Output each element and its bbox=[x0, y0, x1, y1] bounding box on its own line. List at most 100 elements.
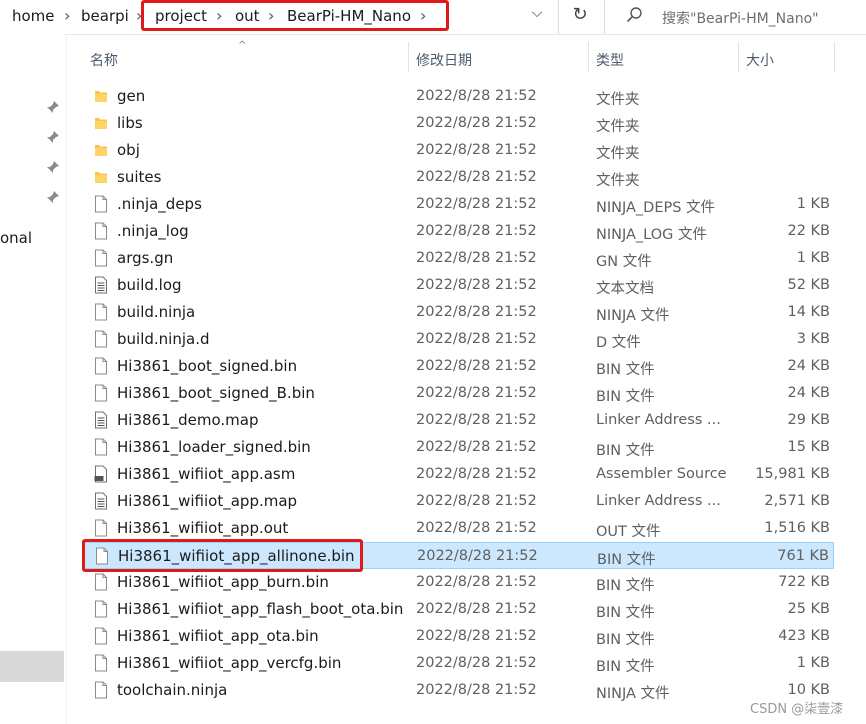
file-date-modified: 2022/8/28 21:52 bbox=[416, 142, 537, 158]
file-type: BIN 文件 bbox=[596, 362, 655, 378]
column-divider[interactable] bbox=[408, 42, 409, 72]
file-date-modified: 2022/8/28 21:52 bbox=[416, 574, 537, 590]
file-size: 1,516 KB bbox=[764, 520, 830, 536]
file-type: BIN 文件 bbox=[596, 578, 655, 594]
file-row[interactable]: .ninja_deps 2022/8/28 21:52 NINJA_DEPS 文件 1… bbox=[82, 191, 834, 218]
column-divider[interactable] bbox=[738, 42, 739, 72]
vertical-scrollbar[interactable] bbox=[836, 38, 866, 724]
folder-icon bbox=[94, 114, 108, 132]
file-row[interactable]: Hi3861_wifiiot_app.out 2022/8/28 21:52 OUT… bbox=[82, 515, 834, 542]
file-row[interactable]: Hi3861_loader_signed.bin 2022/8/28 21:52 B… bbox=[82, 434, 834, 461]
address-history-dropdown[interactable]: ⌵ bbox=[527, 5, 547, 27]
file-row[interactable]: Hi3861_boot_signed.bin 2022/8/28 21:52 BIN… bbox=[82, 353, 834, 380]
file-size: 24 KB bbox=[787, 358, 830, 374]
file-row[interactable]: Hi3861_wifiiot_app_burn.bin 2022/8/28 21:… bbox=[82, 569, 834, 596]
search-icon bbox=[626, 7, 642, 23]
column-header-date[interactable]: 修改日期 bbox=[416, 50, 472, 70]
file-row[interactable]: Hi3861_boot_signed_B.bin 2022/8/28 21:52 B… bbox=[82, 380, 834, 407]
file-name: libs bbox=[117, 114, 143, 132]
sort-ascending-icon: ^ bbox=[238, 40, 247, 51]
file-date-modified: 2022/8/28 21:52 bbox=[416, 358, 537, 374]
file-size: 1 KB bbox=[796, 655, 830, 671]
folder-icon bbox=[94, 168, 108, 186]
breadcrumb-item-bearpi[interactable]: bearpi bbox=[81, 7, 129, 25]
file-name: Hi3861_wifiiot_app_vercfg.bin bbox=[117, 654, 342, 672]
file-date-modified: 2022/8/28 21:52 bbox=[416, 115, 537, 131]
pane-divider bbox=[66, 34, 67, 724]
file-date-modified: 2022/8/28 21:52 bbox=[416, 682, 537, 698]
annotation-highlight-box bbox=[141, 0, 449, 31]
file-type: OUT 文件 bbox=[596, 524, 661, 540]
pin-icon[interactable] bbox=[46, 130, 60, 144]
file-row[interactable]: build.ninja.d 2022/8/28 21:52 D 文件 3 KB bbox=[82, 326, 834, 353]
file-date-modified: 2022/8/28 21:52 bbox=[416, 412, 537, 428]
refresh-icon[interactable]: ↻ bbox=[568, 4, 592, 28]
column-divider[interactable] bbox=[834, 42, 835, 72]
file-date-modified: 2022/8/28 21:52 bbox=[417, 548, 538, 564]
file-row[interactable]: suites 2022/8/28 21:52 文件夹 bbox=[82, 164, 834, 191]
folder-icon bbox=[94, 87, 108, 105]
file-type: NINJA 文件 bbox=[596, 308, 670, 324]
column-header-name[interactable]: 名称 bbox=[90, 50, 118, 70]
pin-icon[interactable] bbox=[46, 160, 60, 174]
nav-item-label[interactable]: onal bbox=[0, 229, 32, 247]
file-type: 文件夹 bbox=[596, 119, 640, 135]
file-icon bbox=[94, 195, 108, 213]
file-name: Hi3861_wifiiot_app_ota.bin bbox=[117, 627, 319, 645]
annotation-highlight-box bbox=[82, 539, 363, 572]
watermark: CSDN @柒壹漆 bbox=[750, 702, 844, 717]
file-type: 文件夹 bbox=[596, 146, 640, 162]
file-size: 722 KB bbox=[778, 574, 830, 590]
breadcrumb-item-home[interactable]: home bbox=[12, 7, 55, 25]
file-size: 423 KB bbox=[778, 628, 830, 644]
divider bbox=[558, 0, 559, 34]
file-row[interactable]: build.ninja 2022/8/28 21:52 NINJA 文件 14 KB bbox=[82, 299, 834, 326]
file-date-modified: 2022/8/28 21:52 bbox=[416, 601, 537, 617]
file-icon bbox=[94, 357, 108, 375]
nav-item-selected[interactable] bbox=[0, 651, 64, 682]
file-type: 文本文档 bbox=[596, 281, 654, 297]
file-row[interactable]: build.log 2022/8/28 21:52 文本文档 52 KB bbox=[82, 272, 834, 299]
file-icon bbox=[94, 681, 108, 699]
file-date-modified: 2022/8/28 21:52 bbox=[416, 628, 537, 644]
column-divider[interactable] bbox=[588, 42, 589, 72]
file-date-modified: 2022/8/28 21:52 bbox=[416, 169, 537, 185]
file-date-modified: 2022/8/28 21:52 bbox=[416, 304, 537, 320]
file-name: build.ninja bbox=[117, 303, 196, 321]
file-date-modified: 2022/8/28 21:52 bbox=[416, 196, 537, 212]
file-size: 1 KB bbox=[796, 196, 830, 212]
file-row[interactable]: Hi3861_wifiiot_app_vercfg.bin 2022/8/28 2… bbox=[82, 650, 834, 677]
file-name: Hi3861_boot_signed.bin bbox=[117, 357, 298, 375]
pin-icon[interactable] bbox=[46, 100, 60, 114]
file-row[interactable]: libs 2022/8/28 21:52 文件夹 bbox=[82, 110, 834, 137]
file-row[interactable]: Hi3861_demo.map 2022/8/28 21:52 Linker Add… bbox=[82, 407, 834, 434]
file-date-modified: 2022/8/28 21:52 bbox=[416, 331, 537, 347]
column-header-type[interactable]: 类型 bbox=[596, 50, 624, 70]
file-row[interactable]: Hi3861_wifiiot_app.asm 2022/8/28 21:52 Ass… bbox=[82, 461, 834, 488]
file-row[interactable]: args.gn 2022/8/28 21:52 GN 文件 1 KB bbox=[82, 245, 834, 272]
file-row[interactable]: toolchain.ninja 2022/8/28 21:52 NINJA 文件 10… bbox=[82, 677, 834, 704]
breadcrumb-separator-icon[interactable]: › bbox=[64, 6, 70, 25]
file-icon bbox=[94, 627, 108, 645]
file-date-modified: 2022/8/28 21:52 bbox=[416, 439, 537, 455]
file-name: args.gn bbox=[117, 249, 174, 267]
file-row[interactable]: obj 2022/8/28 21:52 文件夹 bbox=[82, 137, 834, 164]
file-type: NINJA_DEPS 文件 bbox=[596, 200, 716, 216]
column-header-row: 名称 修改日期 类型 大小 bbox=[80, 38, 840, 76]
column-header-size[interactable]: 大小 bbox=[746, 50, 774, 70]
file-type: 文件夹 bbox=[596, 92, 640, 108]
file-row[interactable]: gen 2022/8/28 21:52 文件夹 bbox=[82, 83, 834, 110]
file-date-modified: 2022/8/28 21:52 bbox=[416, 250, 537, 266]
search-input[interactable]: 搜索"BearPi-HM_Nano" bbox=[662, 8, 819, 28]
file-row[interactable]: Hi3861_wifiiot_app.map 2022/8/28 21:52 Lin… bbox=[82, 488, 834, 515]
file-row[interactable]: Hi3861_wifiiot_app_flash_boot_ota.bin 202… bbox=[82, 596, 834, 623]
file-icon bbox=[94, 303, 108, 321]
file-row[interactable]: .ninja_log 2022/8/28 21:52 NINJA_LOG 文件 22 … bbox=[82, 218, 834, 245]
file-size: 52 KB bbox=[787, 277, 830, 293]
file-date-modified: 2022/8/28 21:52 bbox=[416, 655, 537, 671]
file-name: build.log bbox=[117, 276, 182, 294]
file-row[interactable]: Hi3861_wifiiot_app_ota.bin 2022/8/28 21:5… bbox=[82, 623, 834, 650]
pin-icon[interactable] bbox=[46, 190, 60, 204]
file-size: 29 KB bbox=[787, 412, 830, 428]
file-type: GN 文件 bbox=[596, 254, 652, 270]
